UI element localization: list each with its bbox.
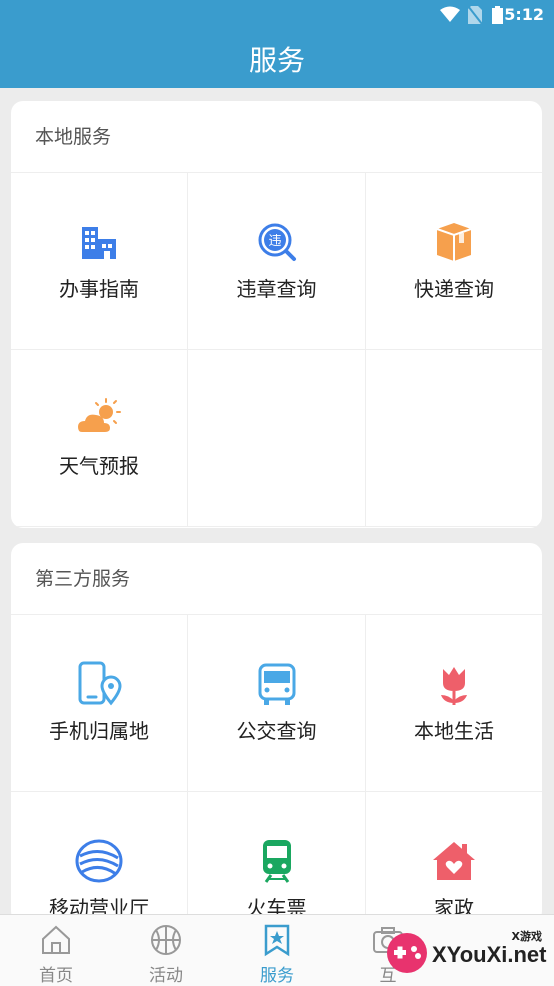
weather-icon bbox=[78, 398, 121, 432]
section-title-third-party: 第三方服务 bbox=[11, 543, 542, 615]
third-party-services-card: 第三方服务 手机归属地 公交查询 本地生活 移动营业厅 火车票 家政 bbox=[11, 543, 542, 923]
service-label: 办事指南 bbox=[59, 277, 139, 301]
basketball-icon bbox=[151, 925, 181, 955]
status-bar: 5:12 bbox=[0, 0, 554, 30]
watermark: X游戏 XYouXi.net bbox=[382, 922, 550, 982]
battery-icon bbox=[492, 6, 503, 24]
service-item-violation[interactable]: 违 违章查询 bbox=[188, 173, 366, 350]
service-label: 快递查询 bbox=[414, 277, 494, 301]
bookmark-star-icon bbox=[264, 924, 290, 957]
tab-activity[interactable]: 活动 bbox=[111, 915, 221, 986]
service-label: 公交查询 bbox=[236, 719, 317, 743]
service-item-phone-location[interactable]: 手机归属地 bbox=[11, 615, 188, 792]
bus-icon bbox=[258, 663, 295, 705]
service-item-bus[interactable]: 公交查询 bbox=[188, 615, 366, 792]
empty-cell bbox=[188, 350, 366, 527]
section-title-local: 本地服务 bbox=[11, 101, 542, 173]
service-label: 天气预报 bbox=[59, 454, 139, 478]
service-label: 违章查询 bbox=[236, 277, 317, 301]
svg-text:违: 违 bbox=[268, 234, 281, 249]
service-item-housekeeping[interactable]: 家政 bbox=[366, 792, 542, 923]
third-party-services-grid: 手机归属地 公交查询 本地生活 移动营业厅 火车票 家政 bbox=[11, 615, 542, 923]
gamepad-logo-icon bbox=[387, 933, 427, 973]
app-bar: 服务 bbox=[0, 30, 554, 88]
no-sim-icon bbox=[468, 6, 482, 24]
page-title: 服务 bbox=[248, 44, 305, 77]
tab-label: 首页 bbox=[39, 966, 73, 986]
tab-service[interactable]: 服务 bbox=[222, 915, 332, 986]
local-services-card: 本地服务 办事指南 违 违章查询 快递查询 天气预报 bbox=[11, 101, 542, 528]
train-icon bbox=[262, 840, 291, 883]
tab-home[interactable]: 首页 bbox=[1, 915, 111, 986]
service-item-express[interactable]: 快递查询 bbox=[366, 173, 542, 350]
home-icon bbox=[42, 925, 70, 954]
watermark-text: XYouXi.net bbox=[432, 942, 547, 967]
house-heart-icon bbox=[433, 842, 475, 880]
service-item-train[interactable]: 火车票 bbox=[188, 792, 366, 923]
local-services-grid: 办事指南 违 违章查询 快递查询 天气预报 bbox=[11, 173, 542, 527]
empty-cell bbox=[366, 350, 542, 527]
tab-label: 活动 bbox=[149, 966, 183, 986]
service-item-china-mobile[interactable]: 移动营业厅 bbox=[11, 792, 188, 923]
wifi-icon bbox=[440, 6, 460, 22]
service-label: 本地生活 bbox=[414, 719, 494, 743]
tab-label: 服务 bbox=[260, 966, 294, 986]
buildings-icon bbox=[82, 227, 116, 259]
package-icon bbox=[436, 223, 472, 261]
violation-search-icon: 违 bbox=[258, 223, 296, 261]
service-item-weather[interactable]: 天气预报 bbox=[11, 350, 188, 527]
service-item-local-life[interactable]: 本地生活 bbox=[366, 615, 542, 792]
service-item-guide[interactable]: 办事指南 bbox=[11, 173, 188, 350]
service-label: 手机归属地 bbox=[49, 719, 149, 743]
china-mobile-icon bbox=[75, 839, 123, 883]
phone-location-icon bbox=[78, 661, 122, 706]
status-time: 5:12 bbox=[504, 5, 544, 24]
tulip-icon bbox=[441, 667, 467, 705]
